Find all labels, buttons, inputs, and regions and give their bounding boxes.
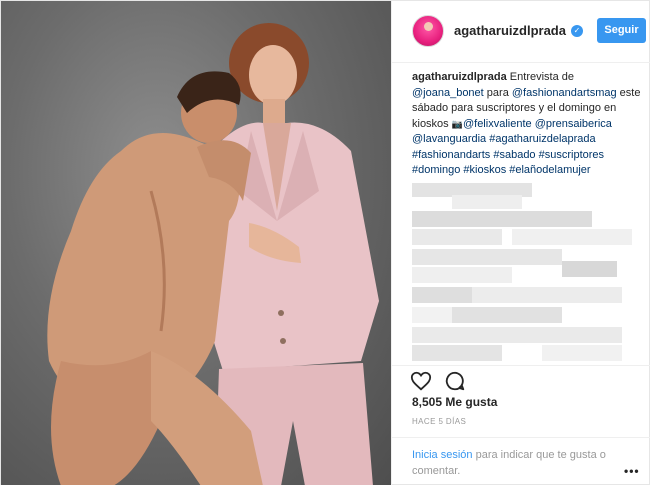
- caption-text-2: para: [483, 86, 512, 99]
- instagram-post: agatharuizdlprada ✓ Seguir agatharuizdlp…: [0, 0, 650, 485]
- hashtag-link[interactable]: #agatharuizdelaprada: [489, 133, 595, 145]
- caption-text-1: Entrevista de: [506, 71, 575, 83]
- post-caption: agatharuizdlprada Entrevista de @joana_b…: [412, 70, 642, 179]
- post-timestamp[interactable]: HACE 5 DÍAS: [412, 417, 466, 426]
- mention-link[interactable]: @fashionandartsmag: [512, 87, 617, 99]
- username-text[interactable]: agatharuizdlprada: [454, 23, 566, 38]
- comment-icon[interactable]: [444, 370, 466, 392]
- hashtag-link[interactable]: #fashionandarts: [412, 149, 490, 161]
- photo-illustration: [47, 23, 379, 485]
- hashtag-link[interactable]: #elañodelamujer: [509, 164, 590, 176]
- post-photo[interactable]: [1, 1, 391, 485]
- login-prompt: Inicia sesión para indicar que te gusta …: [392, 437, 650, 485]
- pixelated-comments: [412, 183, 642, 363]
- mention-link[interactable]: @joana_bonet: [412, 87, 484, 99]
- post-header: agatharuizdlprada ✓ Seguir: [392, 1, 650, 63]
- login-text: Inicia sesión para indicar que te gusta …: [412, 447, 627, 479]
- username-link[interactable]: agatharuizdlprada ✓: [454, 23, 583, 38]
- login-link[interactable]: Inicia sesión: [412, 449, 473, 461]
- post-side-panel: agatharuizdlprada ✓ Seguir agatharuizdlp…: [391, 1, 650, 485]
- hashtag-link[interactable]: #domingo: [412, 164, 460, 176]
- hashtag-link[interactable]: #suscriptores: [539, 149, 604, 161]
- mention-link[interactable]: @felixvaliente: [463, 118, 532, 130]
- camera-icon: 📷: [451, 118, 463, 129]
- caption-author[interactable]: agatharuizdlprada: [412, 71, 507, 83]
- hashtag-link[interactable]: #sabado: [493, 149, 535, 161]
- hashtag-link[interactable]: #kioskos: [463, 164, 506, 176]
- more-icon[interactable]: •••: [624, 464, 640, 478]
- verified-icon: ✓: [570, 24, 583, 37]
- follow-button[interactable]: Seguir: [597, 18, 646, 43]
- like-count[interactable]: 8,505 Me gusta: [412, 395, 497, 409]
- heart-icon[interactable]: [410, 370, 432, 392]
- mention-link[interactable]: @prensaiberica: [535, 118, 612, 130]
- post-actions: [392, 365, 650, 395]
- mention-link[interactable]: @lavanguardia: [412, 133, 486, 145]
- avatar[interactable]: [412, 15, 444, 47]
